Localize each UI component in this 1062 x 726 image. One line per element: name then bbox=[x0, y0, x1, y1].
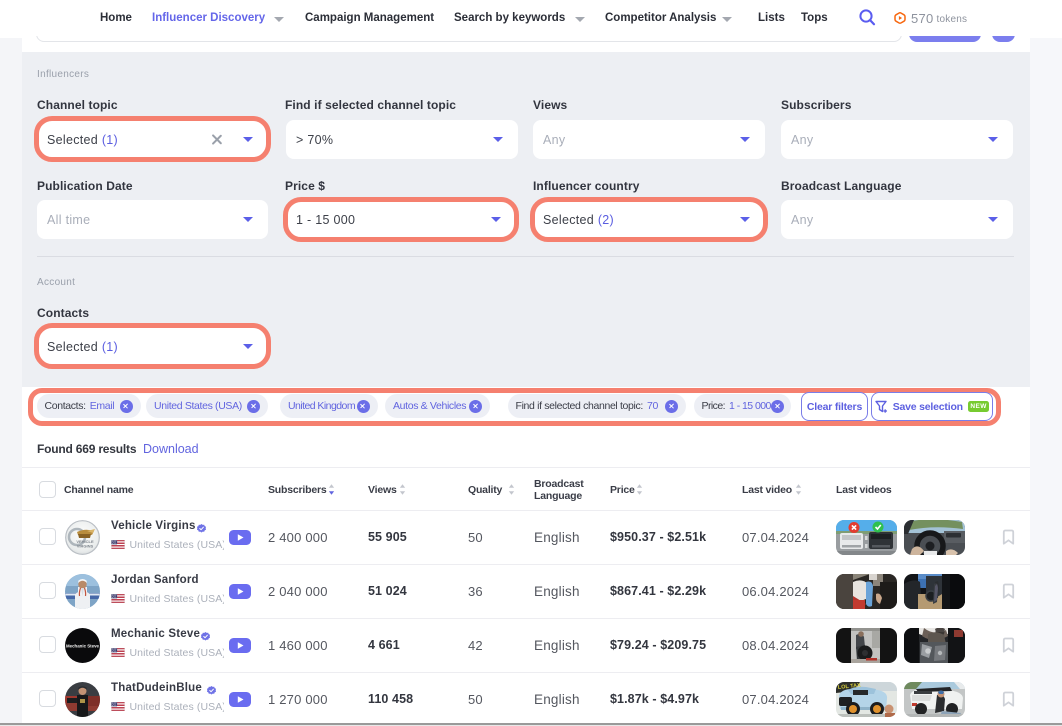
svg-text:VIRGINS: VIRGINS bbox=[77, 543, 94, 548]
svg-text:Mechanic Steve: Mechanic Steve bbox=[66, 643, 100, 648]
